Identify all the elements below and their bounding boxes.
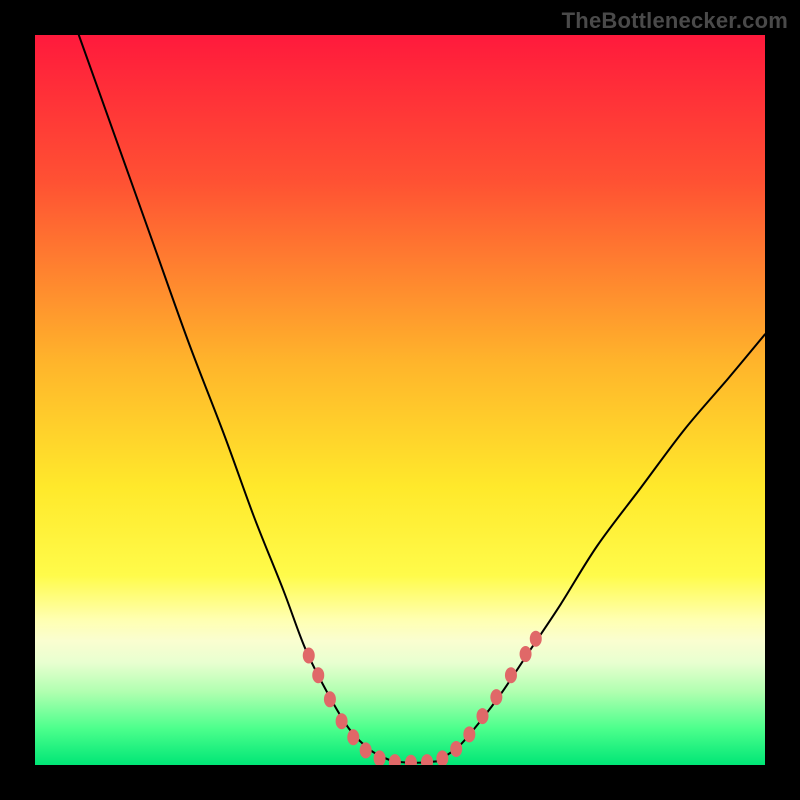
highlight-point (360, 742, 372, 758)
highlight-point (312, 667, 324, 683)
chart-frame: TheBottlenecker.com (0, 0, 800, 800)
highlight-point (336, 713, 348, 729)
highlight-point (530, 631, 542, 647)
bottleneck-chart (35, 35, 765, 765)
plot-area (35, 35, 765, 765)
chart-background (35, 35, 765, 765)
highlight-point (476, 708, 488, 724)
highlight-point (324, 691, 336, 707)
highlight-point (505, 667, 517, 683)
highlight-point (463, 726, 475, 742)
highlight-point (347, 729, 359, 745)
highlight-point (450, 741, 462, 757)
highlight-point (520, 646, 532, 662)
highlight-point (303, 648, 315, 664)
highlight-point (490, 689, 502, 705)
watermark-text: TheBottlenecker.com (562, 8, 788, 34)
